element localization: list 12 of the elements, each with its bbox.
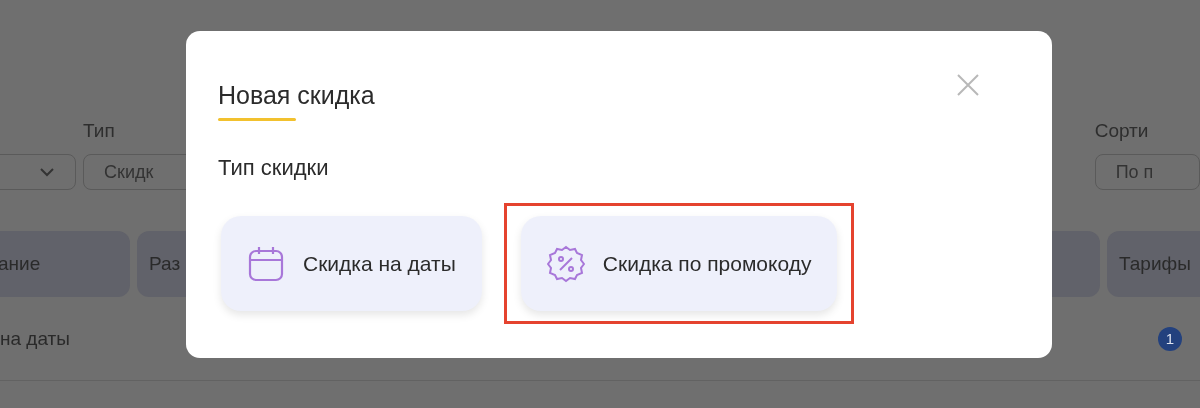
filter-label: Тип: [83, 120, 116, 143]
option-button[interactable]: Скидка по промокоду: [520, 216, 838, 311]
filter-label: Сорти: [1094, 120, 1150, 143]
close-icon[interactable]: [956, 73, 980, 97]
modal-title: Новая скидка: [218, 81, 375, 110]
header-cell: Тарифы: [1107, 231, 1200, 297]
discount-badge-icon: [546, 244, 585, 283]
chevron-down-icon: [39, 167, 56, 177]
table-cell: на даты: [0, 327, 70, 350]
option-button[interactable]: Скидка на даты: [221, 216, 482, 311]
count-badge: 1: [1158, 326, 1182, 351]
calendar-icon: [247, 244, 285, 283]
